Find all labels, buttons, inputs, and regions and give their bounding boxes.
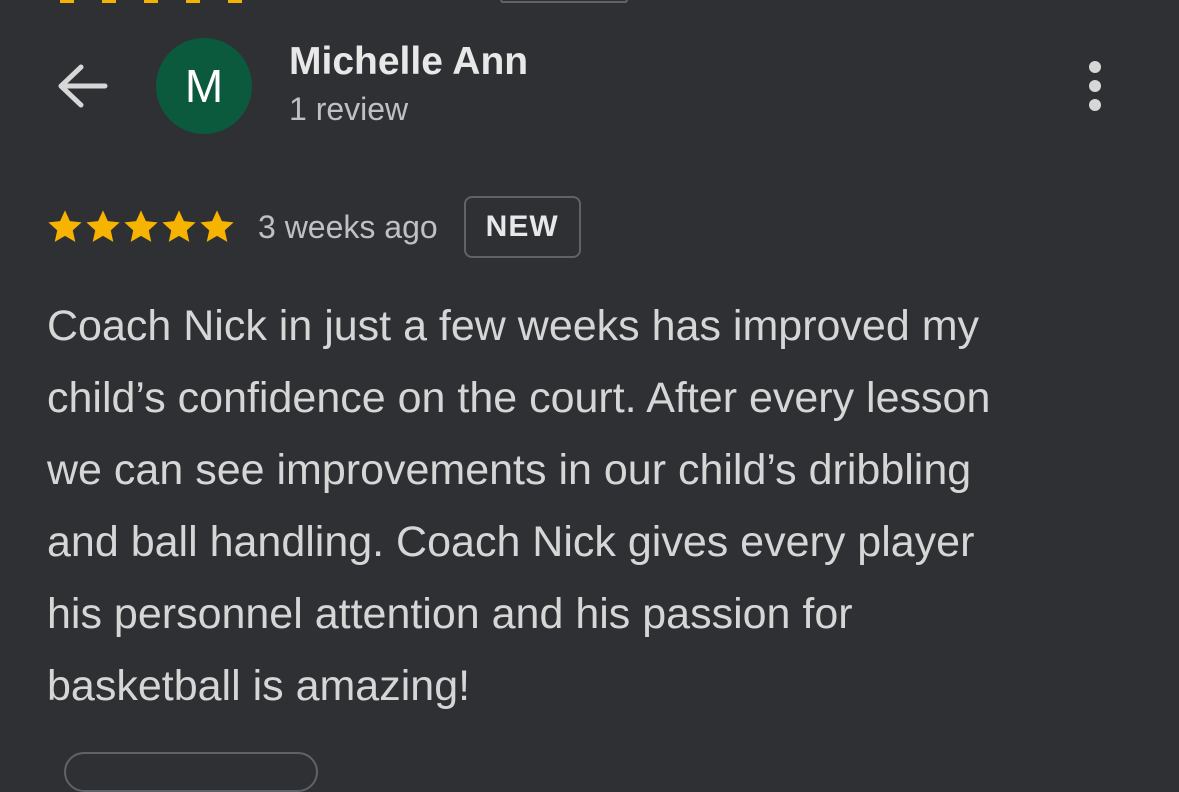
arrow-back-icon <box>58 64 108 108</box>
new-badge: NEW <box>463 196 581 258</box>
star-icon <box>162 210 196 242</box>
review-line: we can see improvements in our child’s d… <box>47 446 972 494</box>
review-line: child’s confidence on the court. After e… <box>47 374 991 422</box>
previous-review-edge <box>0 0 1179 4</box>
review-line: and ball handling. Coach Nick gives ever… <box>47 518 975 566</box>
star-icon <box>86 210 120 242</box>
review-line: Coach Nick in just a few weeks has impro… <box>47 302 980 350</box>
star-icon <box>48 210 82 242</box>
more-options-button[interactable] <box>1076 56 1114 116</box>
star-rating <box>46 208 236 246</box>
previous-chip-fragment <box>500 0 628 3</box>
more-vert-icon-dot <box>1089 99 1101 111</box>
more-vert-icon <box>1089 61 1101 73</box>
star-icon <box>200 210 234 242</box>
like-button[interactable] <box>64 752 318 792</box>
review-line: basketball is amazing! <box>47 662 471 710</box>
avatar[interactable]: M <box>156 38 252 134</box>
previous-stars-fragment <box>60 0 250 3</box>
reviewer-name[interactable]: Michelle Ann <box>289 40 528 84</box>
review-text: Coach Nick in just a few weeks has impro… <box>47 290 1147 722</box>
review-time: 3 weeks ago <box>258 208 438 245</box>
star-icon <box>124 210 158 242</box>
rating-row: 3 weeks ago NEW <box>46 196 581 258</box>
review-count: 1 review <box>289 91 409 127</box>
more-vert-icon-dot <box>1089 80 1101 92</box>
back-button[interactable] <box>52 58 114 114</box>
review-line: his personnel attention and his passion … <box>47 590 853 638</box>
